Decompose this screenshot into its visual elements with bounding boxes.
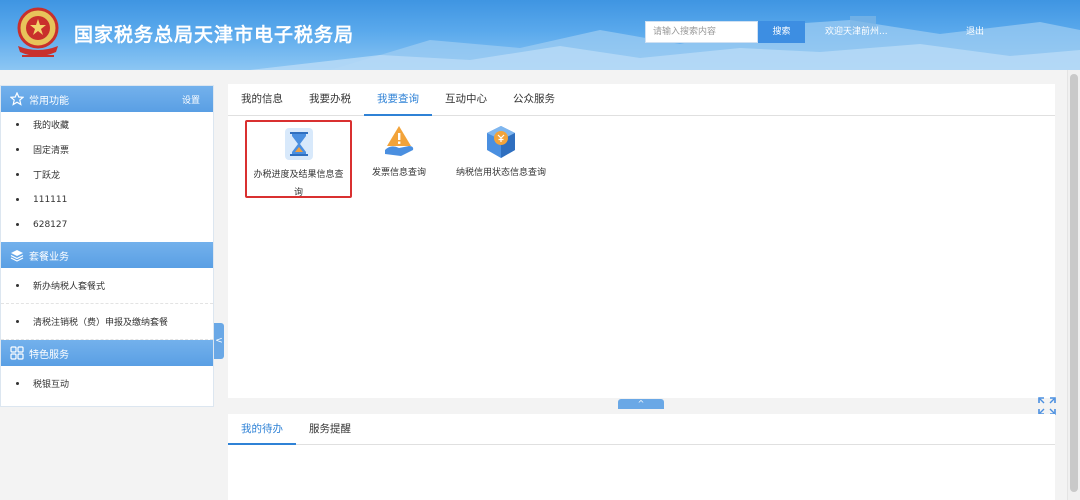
section-title: 常用功能 [29, 95, 69, 107]
bullet [16, 381, 19, 385]
credit-cube-icon [487, 126, 515, 158]
section-header-common-functions[interactable]: 常用功能 设置 [1, 86, 213, 112]
sidebar-item-label: 固定清票 [33, 146, 70, 156]
panel-expand-button[interactable]: ^ [618, 399, 664, 409]
site-title: 国家税务总局天津市电子税务局 [74, 24, 355, 46]
tab-service-reminder[interactable]: 服务提醒 [296, 414, 364, 445]
left-sidebar: 常用功能 设置 我的收藏 固定清票 丁跃龙 111111 628127 套餐业务… [0, 85, 214, 407]
tile-tax-progress-query[interactable]: 办税进度及结果信息查 询 [245, 120, 352, 198]
sidebar-item[interactable]: 固定清票 [1, 137, 213, 162]
sidebar-item-label: 新办纳税人套餐式 [33, 282, 106, 292]
bullet [16, 198, 19, 201]
settings-link[interactable]: 设置 [182, 93, 200, 106]
fullscreen-icon[interactable] [1038, 397, 1056, 415]
star-icon [10, 92, 24, 106]
sidebar-item-label: 我的收藏 [33, 121, 70, 131]
tile-label-continued: 询 [293, 188, 303, 198]
main-tabs: 我的信息 我要办税 我要查询 互动中心 公众服务 [228, 84, 1055, 116]
bullet [16, 148, 19, 151]
tab-public-services[interactable]: 公众服务 [500, 84, 568, 116]
tab-query[interactable]: 我要查询 [364, 84, 432, 116]
hourglass-icon [284, 128, 313, 160]
logout-link[interactable]: 退出 [966, 24, 984, 37]
sidebar-item-label: 628127 [33, 219, 68, 230]
bullet [16, 123, 19, 126]
layers-icon [10, 250, 24, 262]
section-title: 套餐业务 [29, 251, 69, 263]
section-header-package-services[interactable]: 套餐业务 [1, 242, 213, 268]
bottom-tabs: 我的待办 服务提醒 [228, 414, 1055, 445]
section-title: 特色服务 [29, 349, 69, 361]
tile-credit-status-query[interactable]: 纳税信用状态信息查询 [448, 120, 554, 182]
main-panel: 我的信息 我要办税 我要查询 互动中心 公众服务 办税进度及结果信息查 询 发票… [228, 84, 1055, 398]
bullet [16, 223, 19, 226]
sidebar-item-label: 111111 [33, 194, 68, 205]
tab-tax-filing[interactable]: 我要办税 [296, 84, 364, 116]
sidebar-item-label: 清税注销税（费）申报及缴纳套餐 [33, 318, 169, 328]
tile-label: 办税进度及结果信息查 [253, 170, 344, 180]
warning-invoice-icon [385, 126, 414, 156]
section-header-special-services[interactable]: 特色服务 [1, 340, 213, 366]
sidebar-item-label: 丁跃龙 [33, 171, 61, 181]
welcome-user-link[interactable]: 欢迎天津前州... [825, 24, 888, 37]
sidebar-item[interactable]: 清税注销税（费）申报及缴纳套餐 [1, 304, 213, 340]
scrollbar-thumb[interactable] [1070, 74, 1078, 492]
sidebar-item[interactable]: 我的收藏 [1, 112, 213, 137]
sidebar-item-label: 税银互动 [33, 379, 70, 390]
bullet [16, 173, 19, 176]
bullet [16, 320, 19, 323]
tab-my-todo[interactable]: 我的待办 [228, 414, 296, 445]
tab-interaction-center[interactable]: 互动中心 [432, 84, 500, 116]
tile-label: 纳税信用状态信息查询 [455, 168, 546, 178]
header-banner: 国家税务总局天津市电子税务局 搜索 欢迎天津前州... 退出 [0, 0, 1080, 70]
tile-invoice-query[interactable]: 发票信息查询 [364, 120, 434, 182]
sidebar-item[interactable]: 新办纳税人套餐式 [1, 268, 213, 304]
sidebar-item[interactable]: 628127 [1, 212, 213, 237]
page-scrollbar[interactable] [1067, 70, 1080, 500]
tax-emblem-icon [17, 7, 59, 57]
sidebar-item[interactable]: 税银互动 [1, 366, 213, 400]
sidebar-item[interactable]: 丁跃龙 [1, 162, 213, 187]
tile-label: 发票信息查询 [371, 168, 426, 178]
grid-icon [10, 346, 24, 360]
search-button[interactable]: 搜索 [758, 21, 805, 43]
sidebar-item[interactable]: 111111 [1, 187, 213, 212]
bullet [16, 284, 19, 287]
tab-my-info[interactable]: 我的信息 [228, 84, 296, 116]
search-input[interactable] [645, 21, 758, 43]
sidebar-collapse-button[interactable]: < [214, 323, 224, 359]
bottom-panel: 我的待办 服务提醒 [228, 414, 1055, 500]
